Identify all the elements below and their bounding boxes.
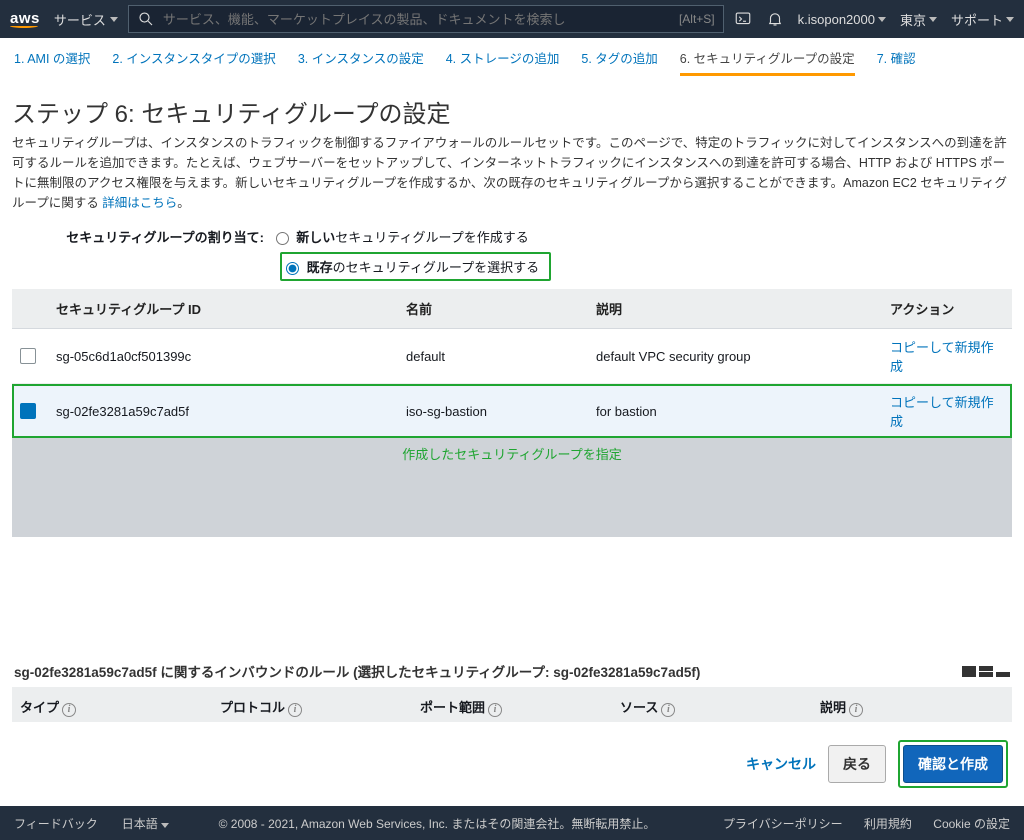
search-input[interactable] [163, 12, 671, 27]
cloudshell-icon[interactable] [734, 10, 752, 28]
sg-assign-block: セキュリティグループの割り当て: 新しいセキュリティグループを作成する 既存のセ… [12, 227, 1012, 281]
wizard-actions: キャンセル 戻る 確認と作成 [0, 722, 1024, 806]
layout-split-icon[interactable] [979, 666, 993, 677]
col-sg-actions: アクション [882, 289, 1012, 329]
wizard-steps: 1. AMI の選択 2. インスタンスタイプの選択 3. インスタンスの設定 … [0, 38, 1024, 82]
inbound-rules-table: タイプi プロトコルi ポート範囲i ソースi 説明i RDP TCP 3389… [12, 687, 1012, 722]
step-2[interactable]: 2. インスタンスタイプの選択 [112, 48, 275, 76]
sg-name-cell: iso-sg-bastion [398, 384, 588, 439]
step-7[interactable]: 7. 確認 [877, 48, 916, 76]
sg-radio-existing[interactable]: 既存のセキュリティグループを選択する [286, 260, 539, 275]
layout-toggle[interactable] [962, 666, 1010, 677]
sg-radio-new[interactable]: 新しいセキュリティグループを作成する [276, 230, 529, 245]
privacy-link[interactable]: プライバシーポリシー [723, 817, 843, 831]
feedback-link[interactable]: フィードバック [14, 815, 98, 832]
col-sg-id: セキュリティグループ ID [48, 289, 398, 329]
page-title: ステップ 6: セキュリティグループの設定 [12, 94, 1012, 129]
cancel-link[interactable]: キャンセル [746, 754, 816, 774]
col-sg-desc: 説明 [588, 289, 882, 329]
global-search[interactable]: [Alt+S] [128, 5, 724, 33]
caret-down-icon [878, 17, 886, 22]
caret-down-icon [1006, 17, 1014, 22]
account-name: k.isopon2000 [798, 12, 875, 27]
col-protocol: プロトコルi [212, 687, 412, 722]
caret-down-icon [161, 823, 169, 828]
bell-icon[interactable] [766, 10, 784, 28]
info-icon[interactable]: i [849, 703, 863, 717]
step-1[interactable]: 1. AMI の選択 [14, 48, 90, 76]
inbound-rules-title: sg-02fe3281a59c7ad5f に関するインバウンドのルール (選択し… [14, 661, 700, 681]
region-label: 東京 [900, 10, 926, 29]
back-button[interactable]: 戻る [828, 745, 886, 783]
caret-down-icon [929, 17, 937, 22]
sg-radio-new-input[interactable] [276, 232, 289, 245]
cookie-link[interactable]: Cookie の設定 [933, 817, 1010, 831]
inbound-rules-section: sg-02fe3281a59c7ad5f に関するインバウンドのルール (選択し… [12, 657, 1012, 722]
sg-id-cell: sg-02fe3281a59c7ad5f [48, 384, 398, 439]
step-6[interactable]: 6. セキュリティグループの設定 [680, 48, 855, 76]
learn-more-link[interactable]: 詳細はこちら [102, 196, 177, 210]
table-empty-area [12, 467, 1012, 537]
sg-copy-link[interactable]: コピーして新規作成 [882, 384, 1012, 439]
sg-radio-existing-input[interactable] [286, 262, 299, 275]
caret-down-icon [110, 17, 118, 22]
footer-copyright: © 2008 - 2021, Amazon Web Services, Inc.… [219, 815, 656, 832]
step-4[interactable]: 4. ストレージの追加 [446, 48, 560, 76]
sg-copy-link[interactable]: コピーして新規作成 [882, 329, 1012, 384]
sg-id-cell: sg-05c6d1a0cf501399c [48, 329, 398, 384]
page-description: セキュリティグループは、インスタンスのトラフィックを制御するファイアウォールのル… [12, 133, 1012, 213]
services-menu[interactable]: サービス [54, 10, 118, 29]
global-footer: フィードバック 日本語 © 2008 - 2021, Amazon Web Se… [0, 806, 1024, 840]
aws-logo[interactable]: aws [10, 10, 40, 28]
search-icon [137, 10, 155, 28]
sg-name-cell: default [398, 329, 588, 384]
services-label: サービス [54, 10, 106, 29]
col-source: ソースi [612, 687, 812, 722]
col-port: ポート範囲i [412, 687, 612, 722]
main-content: ステップ 6: セキュリティグループの設定 セキュリティグループは、インスタンス… [0, 82, 1024, 722]
step-5[interactable]: 5. タグの追加 [581, 48, 657, 76]
support-label: サポート [951, 10, 1003, 29]
layout-full-icon[interactable] [962, 666, 976, 677]
sg-assign-label: セキュリティグループの割り当て: [12, 227, 272, 246]
global-nav: aws サービス [Alt+S] k.isopon2000 東京 サポート [0, 0, 1024, 38]
info-icon[interactable]: i [62, 703, 76, 717]
col-type: タイプi [12, 687, 212, 722]
terms-link[interactable]: 利用規約 [864, 817, 912, 831]
review-and-launch-button[interactable]: 確認と作成 [903, 745, 1003, 783]
info-icon[interactable]: i [288, 703, 302, 717]
table-row[interactable]: sg-05c6d1a0cf501399c default default VPC… [12, 329, 1012, 384]
info-icon[interactable]: i [661, 703, 675, 717]
security-group-table: セキュリティグループ ID 名前 説明 アクション sg-05c6d1a0cf5… [12, 289, 1012, 438]
step-3[interactable]: 3. インスタンスの設定 [298, 48, 424, 76]
sg-checkbox[interactable] [20, 403, 36, 419]
aws-logo-text: aws [10, 10, 40, 27]
sg-checkbox[interactable] [20, 348, 36, 364]
language-selector[interactable]: 日本語 [122, 815, 169, 832]
info-icon[interactable]: i [488, 703, 502, 717]
col-sg-name: 名前 [398, 289, 588, 329]
region-menu[interactable]: 東京 [900, 10, 937, 29]
search-shortcut: [Alt+S] [679, 12, 715, 26]
sg-desc-cell: for bastion [588, 384, 882, 439]
layout-bottom-icon[interactable] [996, 666, 1010, 677]
support-menu[interactable]: サポート [951, 10, 1014, 29]
annotation-text: 作成したセキュリティグループを指定 [12, 438, 1012, 467]
col-desc: 説明i [812, 687, 1012, 722]
sg-desc-cell: default VPC security group [588, 329, 882, 384]
account-menu[interactable]: k.isopon2000 [798, 12, 886, 27]
table-row[interactable]: sg-02fe3281a59c7ad5f iso-sg-bastion for … [12, 384, 1012, 439]
